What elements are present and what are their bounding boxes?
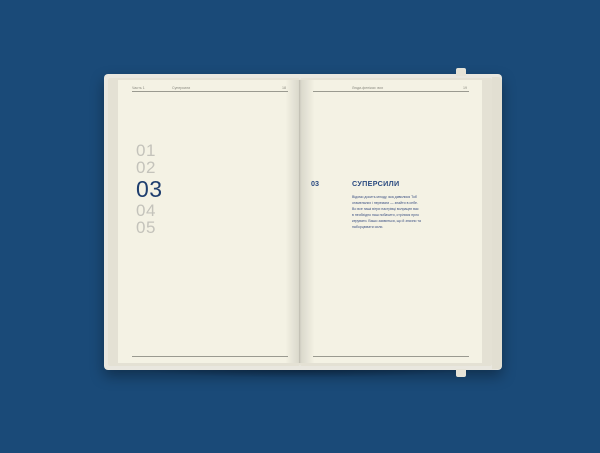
chapter-number-item: 01 xyxy=(136,141,156,160)
bookmark-tab-bottom xyxy=(456,369,466,377)
gutter-shadow xyxy=(285,80,315,363)
chapter-intro-text: Відомо досить млоду, яка дивилися Тоб от… xyxy=(352,194,432,230)
left-header-part: Чаcть 1 xyxy=(132,86,145,90)
body-line: наборцювати сили. xyxy=(352,225,384,229)
right-header-title: Люди-фенікси: вих xyxy=(352,86,384,90)
right-page-number: 19 xyxy=(463,86,467,90)
chapter-number-item: 02 xyxy=(136,158,156,177)
bookmark-tab-top xyxy=(456,68,466,76)
left-page-number: 18 xyxy=(282,86,286,90)
left-footer-rule xyxy=(132,356,288,357)
chapter-number-active: 03 xyxy=(136,176,163,202)
ribbon-edge xyxy=(492,77,502,369)
left-header-rule xyxy=(132,91,288,92)
chapter-number-list: 01 02 03 04 05 xyxy=(136,142,196,236)
left-header-title: Суперсили xyxy=(172,86,191,90)
chapter-number-item: 05 xyxy=(136,218,156,237)
chapter-number-item: 04 xyxy=(136,201,156,220)
right-footer-rule xyxy=(313,356,469,357)
right-header-rule xyxy=(313,91,469,92)
chapter-number: 03 xyxy=(311,179,319,188)
chapter-title: СУПЕРСИЛИ xyxy=(352,179,400,188)
